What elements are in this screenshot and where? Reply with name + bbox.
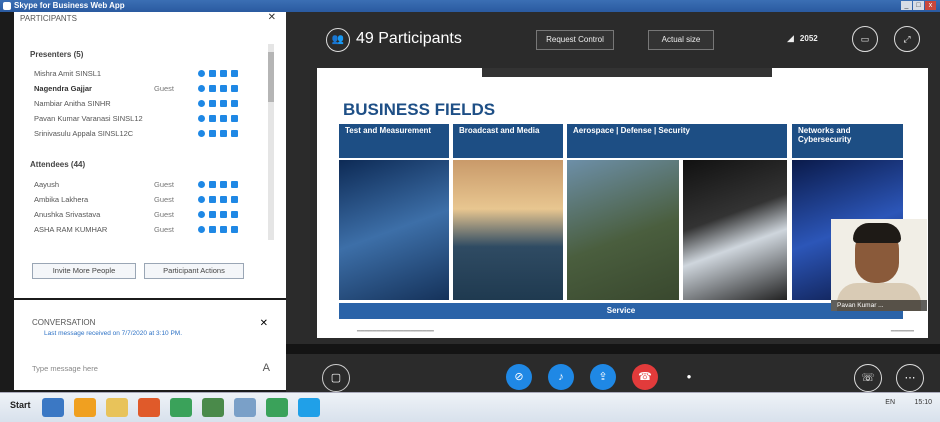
participant-name: Mishra Amit SINSL1 [34,69,102,78]
field-test-measurement: Test and Measurement [339,124,449,158]
font-icon[interactable]: A [263,362,270,374]
participant-row[interactable]: Ambika Lakhera Guest [34,195,274,207]
conversation-header: CONVERSATION [32,318,96,327]
invite-more-people-button[interactable]: Invite More People [32,263,136,279]
service-bar: Service [339,303,903,319]
close-window-button[interactable]: x [925,1,936,10]
participants-scrollbar[interactable] [268,44,274,240]
participant-status-icons [198,85,238,92]
field-aerospace-defense-security: Aerospace | Defense | Security [567,124,787,158]
chrome-icon[interactable] [266,398,288,417]
attendees-heading: Attendees (44) [30,160,86,169]
actual-size-button[interactable]: Actual size [648,30,714,50]
guest-tag: Guest [154,210,175,219]
participant-row[interactable]: Pavan Kumar Varanasi SINSL12 [34,114,274,126]
participant-status-icons [198,181,238,188]
network-signal-icon: ◢ 2052 [787,33,818,43]
participant-status-icons [198,211,238,218]
participants-panel: PARTICIPANTS ✕ Presenters (5) Mishra Ami… [14,12,286,298]
guest-tag: Guest [154,180,175,189]
layout-toggle-icon[interactable]: ▭ [852,26,878,52]
explorer-icon[interactable] [106,398,128,417]
video-name-label: Pavan Kumar ... [831,300,927,311]
video-off-icon[interactable]: ⊘ [506,364,532,390]
close-participants-icon[interactable]: ✕ [268,12,276,23]
self-video-tile[interactable]: Pavan Kumar ... [831,219,927,311]
participant-name: Nagendra Gajjar [34,84,92,93]
participant-actions-button[interactable]: Participant Actions [144,263,244,279]
windows-taskbar: Start EN 15:10 [0,392,940,422]
field-networks-cybersecurity: Networks and Cybersecurity [792,124,903,158]
more-options-icon[interactable]: ⋯ [896,364,924,392]
participant-count: 49 Participants [356,30,462,47]
participant-name: Srinivasulu Appala SINSL12C [34,129,134,138]
slide-toolbar[interactable] [482,68,772,77]
guest-tag: Guest [154,225,175,234]
fullscreen-icon[interactable]: ⤢ [894,26,920,52]
participant-row[interactable]: Aayush Guest [34,180,274,192]
participant-status-icons [198,226,238,233]
presentation-progress-bar[interactable] [286,344,940,354]
firefox-icon[interactable] [138,398,160,417]
participant-status-icons [198,70,238,77]
participant-row[interactable]: Nambiar Anitha SINHR [34,99,274,111]
chat-icon[interactable]: ▢ [322,364,350,392]
dialpad-icon[interactable]: ☏ [854,364,882,392]
participant-row[interactable]: Srinivasulu Appala SINSL12C [34,129,274,141]
participant-status-icons [198,196,238,203]
outlook-icon[interactable] [74,398,96,417]
guest-tag: Guest [154,195,175,204]
participants-toggle-icon[interactable]: 👥 [326,28,350,52]
app-icon[interactable] [202,398,224,417]
field-broadcast-media: Broadcast and Media [453,124,563,158]
window-titlebar: Skype for Business Web App _ □ x [0,0,940,12]
participant-name: ASHA RAM KUMHAR [34,225,108,234]
share-screen-icon[interactable]: ⇪ [590,364,616,390]
guest-tag: Guest [154,84,175,93]
participant-status-icons [198,100,238,107]
broadcast-media-image [453,160,563,300]
participant-name: Ambika Lakhera [34,195,89,204]
app-icon[interactable] [234,398,256,417]
mic-mute-icon[interactable]: ♪ [548,364,574,390]
slide-title: BUSINESS FIELDS [343,100,496,119]
skype-logo-icon [3,2,11,10]
ie-icon[interactable] [42,398,64,417]
close-conversation-icon[interactable]: ✕ [260,318,268,329]
security-scanner-image [683,160,787,300]
participant-name: Anushka Srivastava [34,210,101,219]
slide-footer-left: ▁▁▁▁▁▁▁▁▁▁▁▁▁▁▁▁▁▁▁▁ [357,326,434,332]
clock[interactable]: 15:10 [914,399,932,406]
chrome-icon[interactable] [170,398,192,417]
participant-row[interactable]: Nagendra Gajjar Guest [34,84,274,96]
participant-status-icons [198,130,238,137]
last-message-info: Last message received on 7/7/2020 at 3:1… [44,330,183,337]
maximize-button[interactable]: □ [913,1,924,10]
record-indicator-icon: ● [686,372,692,381]
participant-name: Pavan Kumar Varanasi SINSL12 [34,114,143,123]
slide-footer-right: ▁▁▁▁▁▁ [890,326,914,332]
participants-header: PARTICIPANTS [20,14,77,23]
participant-name: Nambiar Anitha SINHR [34,99,111,108]
signal-value: 2052 [799,34,818,43]
conversation-panel: CONVERSATION ✕ Last message received on … [14,300,286,390]
message-input[interactable]: Type message here [32,364,98,373]
participant-name: Aayush [34,180,60,189]
language-indicator[interactable]: EN [885,399,895,406]
window-title: Skype for Business Web App [14,1,125,10]
participant-status-icons [198,115,238,122]
system-tray: EN 15:10 [885,399,932,406]
participant-row[interactable]: Anushka Srivastava Guest [34,210,274,222]
minimize-button[interactable]: _ [901,1,912,10]
start-button[interactable]: Start [10,400,31,410]
participant-row[interactable]: Mishra Amit SINSL1 [34,69,274,81]
presenters-heading: Presenters (5) [30,50,84,59]
meeting-stage: 👥 49 Participants Request Control Actual… [286,12,940,392]
hang-up-icon[interactable]: ☎ [632,364,658,390]
participant-row[interactable]: ASHA RAM KUMHAR Guest [34,225,274,237]
skype-taskbar-icon[interactable] [298,398,320,417]
test-measurement-image [339,160,449,300]
aerospace-image [567,160,679,300]
request-control-button[interactable]: Request Control [536,30,614,50]
